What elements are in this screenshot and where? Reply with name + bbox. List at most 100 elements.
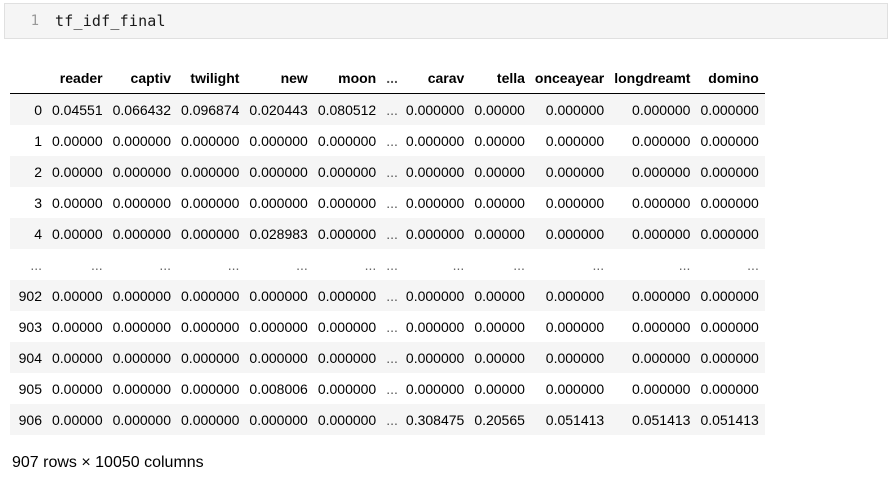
table-cell: 0.000000 xyxy=(181,132,240,149)
ellipsis-cell: ... xyxy=(386,194,398,211)
line-number: 1 xyxy=(30,13,39,29)
table-cell: 0.000000 xyxy=(317,318,377,335)
table-cell: 0.000000 xyxy=(181,194,240,211)
table-cell: ... xyxy=(678,256,691,273)
table-cell: 0.000000 xyxy=(700,287,759,304)
table-cell: 0.00000 xyxy=(52,287,103,304)
table-cell: 0.00000 xyxy=(52,318,103,335)
table-cell: 0.000000 xyxy=(632,349,691,366)
row-index: 3 xyxy=(34,194,42,211)
table-cell: 0.00000 xyxy=(52,132,103,149)
row-index: 4 xyxy=(34,225,42,242)
table-cell: 0.000000 xyxy=(112,411,172,428)
table-cell: 0.051413 xyxy=(700,411,759,428)
ellipsis-cell: ... xyxy=(386,318,398,335)
table-cell: 0.000000 xyxy=(405,225,465,242)
table-cell: 0.000000 xyxy=(545,287,605,304)
table-cell: 0.000000 xyxy=(249,287,308,304)
ellipsis-cell: ... xyxy=(386,349,398,366)
table-row: 0 0.04551 0.066432 0.096874 0.020443 0.080512… xyxy=(10,93,765,125)
table-cell: 0.000000 xyxy=(317,287,377,304)
table-cell: 0.00000 xyxy=(52,225,103,242)
table-cell: 0.000000 xyxy=(112,318,172,335)
table-cell: 0.000000 xyxy=(700,194,759,211)
row-index: ... xyxy=(30,256,42,273)
table-cell: 0.000000 xyxy=(545,349,605,366)
table-row: 2 0.00000 0.000000 0.000000 0.000000 0.000000… xyxy=(10,156,765,187)
table-cell: 0.000000 xyxy=(632,380,691,397)
table-cell: 0.000000 xyxy=(249,163,308,180)
table-cell: 0.000000 xyxy=(700,163,759,180)
table-cell: 0.000000 xyxy=(405,163,465,180)
table-cell: 0.000000 xyxy=(700,318,759,335)
table-row: 4 0.00000 0.000000 0.000000 0.028983 0.000000… xyxy=(10,218,765,249)
row-index: 0 xyxy=(34,101,42,118)
table-cell: 0.000000 xyxy=(545,380,605,397)
code-cell[interactable]: 1 tf_idf_final xyxy=(4,3,888,39)
table-cell: 0.000000 xyxy=(405,349,465,366)
table-cell: 0.000000 xyxy=(112,349,172,366)
table-cell: 0.000000 xyxy=(405,101,465,118)
table-cell: 0.000000 xyxy=(700,101,759,118)
header-row: reader captiv twilight new moon... carav tella… xyxy=(10,62,765,94)
table-cell: 0.000000 xyxy=(249,411,308,428)
table-cell: 0.000000 xyxy=(405,287,465,304)
row-index: 903 xyxy=(18,318,42,335)
table-cell: 0.000000 xyxy=(545,163,605,180)
table-cell: ... xyxy=(296,256,308,273)
column-header: reader xyxy=(48,62,109,94)
table-cell: 0.000000 xyxy=(317,163,377,180)
table-cell: 0.020443 xyxy=(249,101,308,118)
ellipsis-cell: ... xyxy=(386,411,398,428)
table-cell: 0.066432 xyxy=(112,101,172,118)
dataframe-shape-summary: 907 rows × 10050 columns xyxy=(12,454,204,471)
table-cell: 0.000000 xyxy=(249,318,308,335)
column-header: domino xyxy=(696,62,765,94)
column-header: moon xyxy=(313,62,383,94)
table-cell: 0.000000 xyxy=(405,318,465,335)
table-cell: 0.000000 xyxy=(545,194,605,211)
table-cell: 0.000000 xyxy=(632,318,691,335)
table-row: 906 0.00000 0.000000 0.000000 0.000000 0.0000… xyxy=(10,404,765,435)
table-cell: 0.000000 xyxy=(112,194,172,211)
table-cell: 0.00000 xyxy=(474,101,525,118)
ellipsis-cell: ... xyxy=(386,256,398,273)
table-cell: 0.00000 xyxy=(52,194,103,211)
table-cell: 0.000000 xyxy=(632,225,691,242)
table-cell: 0.000000 xyxy=(181,380,240,397)
table-cell: 0.000000 xyxy=(317,380,377,397)
table-cell: 0.000000 xyxy=(112,380,172,397)
ellipsis-row: .................................... xyxy=(10,249,765,280)
table-cell: 0.000000 xyxy=(545,101,605,118)
ellipsis-cell: ... xyxy=(386,380,398,397)
column-header: captiv xyxy=(108,62,178,94)
table-cell: 0.000000 xyxy=(317,194,377,211)
table-cell: 0.00000 xyxy=(474,194,525,211)
table-cell: 0.00000 xyxy=(52,380,103,397)
row-index: 902 xyxy=(18,287,42,304)
ellipsis-cell: ... xyxy=(386,163,398,180)
table-cell: 0.00000 xyxy=(52,411,103,428)
table-row: 1 0.00000 0.000000 0.000000 0.000000 0.000000… xyxy=(10,125,765,156)
table-cell: 0.000000 xyxy=(181,318,240,335)
table-cell: 0.000000 xyxy=(700,349,759,366)
table-cell: 0.000000 xyxy=(632,132,691,149)
table-cell: 0.000000 xyxy=(112,287,172,304)
table-cell: 0.000000 xyxy=(632,101,691,118)
table-cell: 0.000000 xyxy=(632,163,691,180)
table-cell: 0.000000 xyxy=(317,132,377,149)
ellipsis-cell: ... xyxy=(386,101,398,118)
table-cell: 0.051413 xyxy=(632,411,691,428)
column-header: carav xyxy=(401,62,471,94)
dataframe-table: reader captiv twilight new moon... carav tella… xyxy=(10,62,765,435)
table-body: 0 0.04551 0.066432 0.096874 0.020443 0.080512… xyxy=(10,93,765,435)
table-cell: 0.00000 xyxy=(474,132,525,149)
column-header: onceayear xyxy=(530,62,611,94)
table-cell: 0.000000 xyxy=(181,287,240,304)
code-input[interactable]: tf_idf_final xyxy=(55,12,166,30)
table-cell: 0.000000 xyxy=(249,132,308,149)
table-cell: 0.04551 xyxy=(52,101,103,118)
row-index: 2 xyxy=(34,163,42,180)
table-cell: 0.000000 xyxy=(632,194,691,211)
table-cell: 0.00000 xyxy=(474,318,525,335)
